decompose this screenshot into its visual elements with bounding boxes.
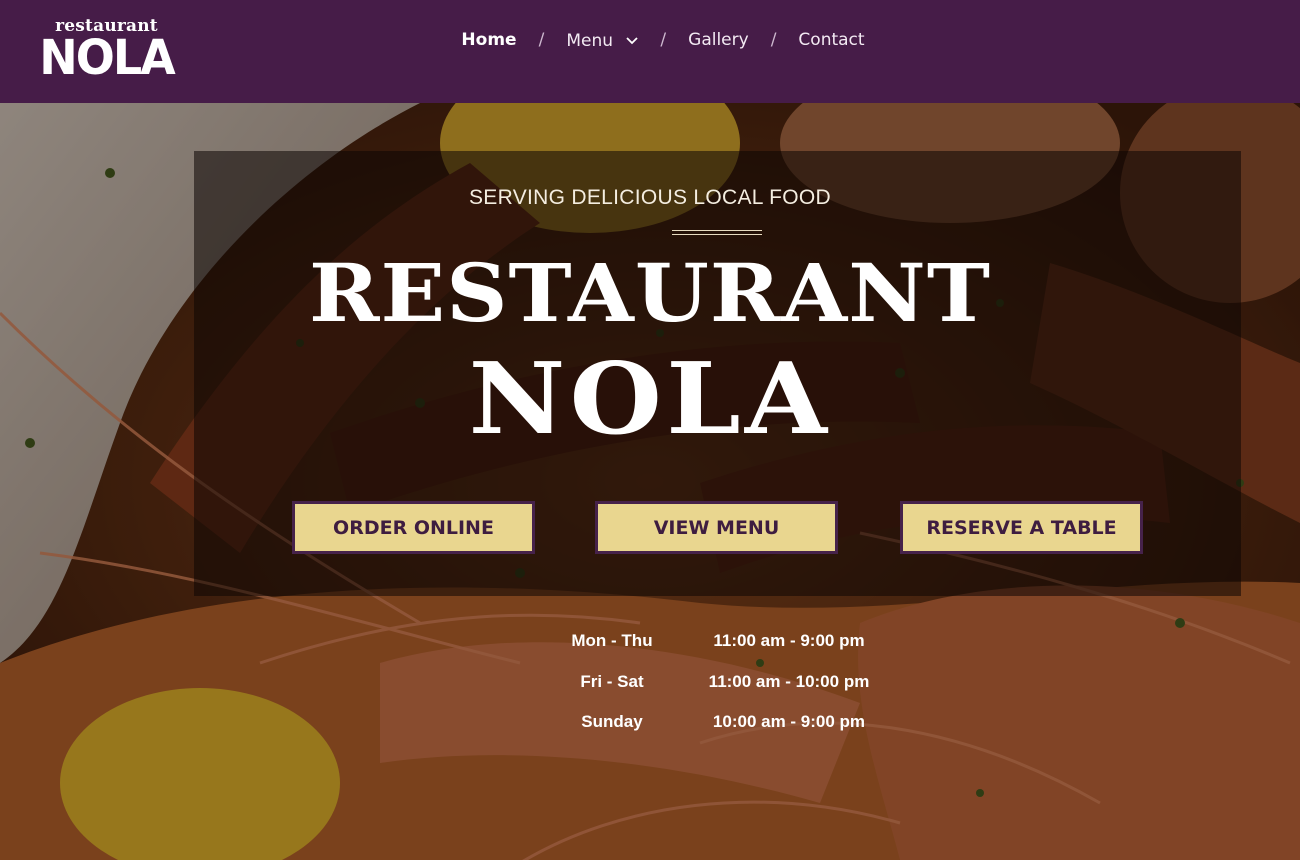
hours-day: Mon - Thu xyxy=(571,631,653,650)
hero-title-line-1: RESTAURANT xyxy=(308,246,992,340)
hours-row: Fri - Sat 11:00 am - 10:00 pm xyxy=(0,672,1300,702)
nav-separator: / xyxy=(660,30,667,50)
nav-contact[interactable]: Contact xyxy=(796,30,866,50)
chevron-down-icon xyxy=(626,30,639,50)
nav-gallery[interactable]: Gallery xyxy=(686,30,751,50)
hours-row: Mon - Thu 11:00 am - 9:00 pm xyxy=(0,631,1300,661)
nav-menu-label: Menu xyxy=(566,30,613,51)
nav-home[interactable]: Home xyxy=(459,30,518,50)
hours-day: Sunday xyxy=(581,712,643,731)
hours-row: Sunday 10:00 am - 9:00 pm xyxy=(0,712,1300,742)
nav-menu[interactable]: Menu xyxy=(564,30,640,51)
tagline-double-rule xyxy=(672,230,762,235)
order-online-button[interactable]: ORDER ONLINE xyxy=(292,501,535,554)
hours-time: 11:00 am - 9:00 pm xyxy=(713,631,865,650)
hours-day: Fri - Sat xyxy=(580,672,644,691)
hours-time: 11:00 am - 10:00 pm xyxy=(708,672,870,691)
main-navigation: Home / Menu / Gallery / Contact xyxy=(0,25,1300,55)
nav-separator: / xyxy=(538,30,545,50)
nav-separator: / xyxy=(770,30,777,50)
hero-tagline: SERVING DELICIOUS LOCAL FOOD xyxy=(469,186,831,209)
reserve-table-button[interactable]: RESERVE A TABLE xyxy=(900,501,1143,554)
hours-time: 10:00 am - 9:00 pm xyxy=(712,712,866,731)
view-menu-button[interactable]: VIEW MENU xyxy=(595,501,838,554)
site-header: restaurant NOLA Home / Menu / Gallery / … xyxy=(0,0,1300,103)
hero-title-line-2: NOLA xyxy=(468,342,832,457)
